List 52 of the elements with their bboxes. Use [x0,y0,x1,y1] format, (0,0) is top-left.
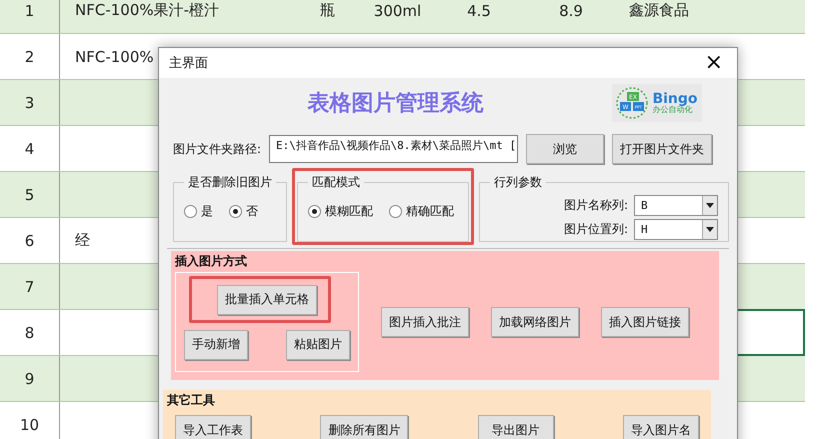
column-dropdown[interactable]: H [634,219,718,240]
row-number[interactable]: 7 [24,278,34,296]
table-cell: NFC-100%果汁-橙汁 [75,1,220,20]
group-title: 是否删除旧图片 [187,174,273,191]
insert-button[interactable]: 图片插入批注 [381,307,469,337]
radio-option[interactable]: 是 [184,203,213,220]
path-field[interactable]: E:\抖音作品\视频作品\8.素材\菜品照片\mt [ [269,135,518,163]
insert-button[interactable]: 手动新增 [184,330,248,360]
radio-option[interactable]: 模糊匹配 [308,203,373,220]
table-cell: 鑫源食品 [629,1,689,20]
table-cell: 4.5 [467,2,491,20]
logo-name: Bingo [652,92,698,106]
field-label: 图片文件夹路径: [173,140,262,158]
row-number[interactable]: 5 [24,186,34,204]
app-heading: 表格图片管理系统 [306,90,484,118]
insert-button[interactable]: 插入图片链接 [601,307,689,337]
row-number[interactable]: 6 [24,232,34,250]
insert-button[interactable]: 加载网络图片 [491,307,579,337]
table-cell: 8.9 [559,2,583,20]
field-label: 图片位置列: [564,221,628,238]
row-number[interactable]: 2 [24,48,34,66]
logo-tagline: 办公自动化 [652,106,692,114]
row-number[interactable]: 10 [20,416,40,434]
table-cell: 300ml [374,2,422,20]
group-title: 匹配模式 [311,174,361,191]
row-number[interactable]: 1 [24,2,34,20]
tool-button[interactable]: 导入工作表 [175,415,251,439]
table-cell: 经 [75,231,90,250]
column-dropdown[interactable]: B [634,195,718,216]
tool-button[interactable]: 导入图片名 [622,415,699,439]
window-title: 主界面 [169,55,208,72]
field-label: 图片名称列: [564,197,628,214]
section-title: 插入图片方式 [175,253,248,270]
radio-option[interactable]: 精确匹配 [389,203,454,220]
insert-button[interactable]: 批量插入单元格 [217,284,317,314]
open-folder-button[interactable]: 打开图片文件夹 [612,134,712,164]
table-cell: NFC-100% [75,48,154,66]
row-number[interactable]: 4 [24,140,34,158]
insert-button[interactable]: 粘贴图片 [286,330,350,360]
dropdown-arrow-icon [706,227,714,232]
row-number[interactable]: 9 [24,370,34,388]
group-title: 行列参数 [493,174,543,191]
dropdown-arrow-icon [706,203,714,208]
browse-button[interactable]: 浏览 [526,134,604,164]
row-number[interactable]: 3 [24,94,34,112]
tool-button[interactable]: 删除所有图片 [320,415,408,439]
table-cell: 瓶 [320,1,335,20]
radio-option[interactable]: 否 [229,203,258,220]
tool-button[interactable]: 导出图片 [478,415,554,439]
section-title: 其它工具 [167,392,216,409]
close-button[interactable]: × [700,52,727,74]
row-number[interactable]: 8 [24,324,34,342]
